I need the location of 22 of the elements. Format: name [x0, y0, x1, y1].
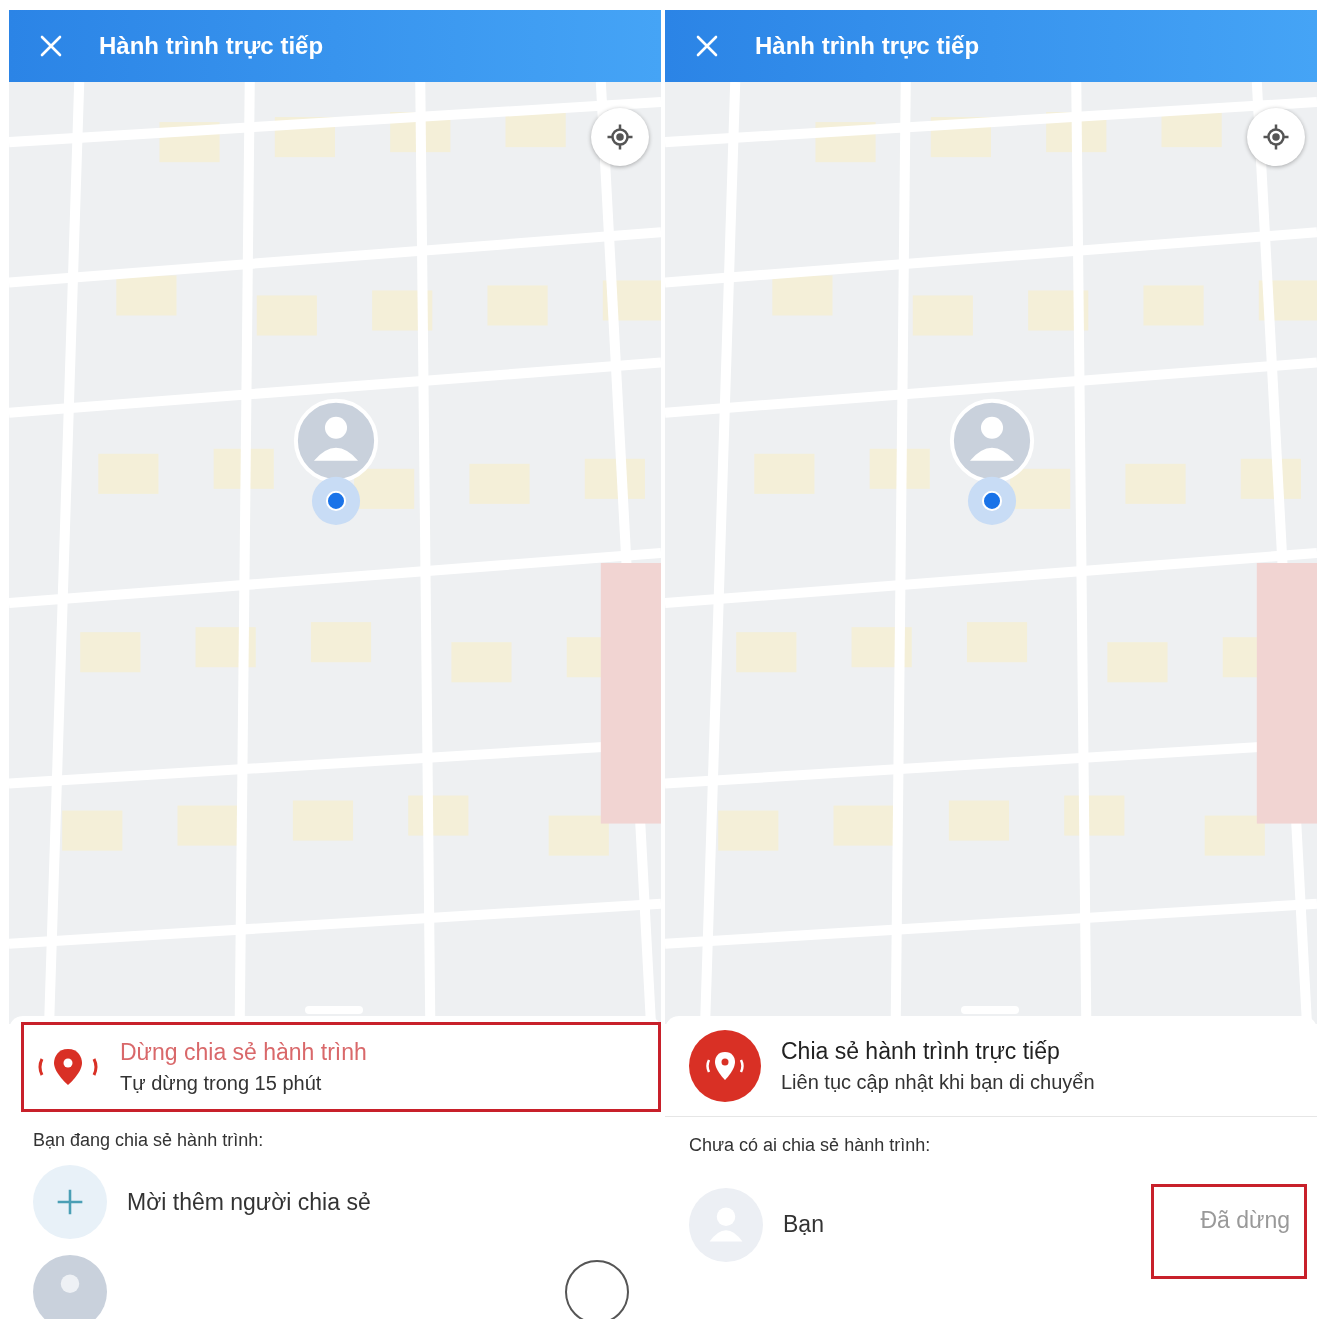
location-target-icon	[1261, 122, 1291, 152]
plus-icon	[33, 1165, 107, 1239]
location-target-icon	[605, 122, 635, 152]
invite-row[interactable]: Mời thêm người chia sẻ	[9, 1157, 661, 1247]
close-icon[interactable]	[39, 34, 63, 58]
share-subtitle: Liên tục cập nhật khi bạn di chuyển	[781, 1071, 1095, 1094]
share-title: Dừng chia sẻ hành trình	[120, 1039, 367, 1066]
share-subtitle: Tự dừng trong 15 phút	[120, 1072, 323, 1095]
timer-ring	[565, 1260, 629, 1319]
invite-label: Mời thêm người chia sẻ	[127, 1188, 371, 1216]
person-name: Bạn	[783, 1211, 824, 1238]
header-title: Hành trình trực tiếp	[755, 32, 980, 60]
section-label: Bạn đang chia sẻ hành trình:	[32, 1129, 265, 1152]
share-title: Chia sẻ hành trình trực tiếp	[781, 1038, 1061, 1065]
avatar-icon	[33, 1255, 107, 1319]
share-toggle-row[interactable]: Chia sẻ hành trình trực tiếp Liên tục cập nhật khi bạn di chuyển	[665, 1016, 1317, 1117]
share-toggle-row[interactable]: Dừng chia sẻ hành trình Tự dừng trong 15 phút	[21, 1022, 661, 1112]
close-icon[interactable]	[695, 34, 719, 58]
header-title: Hành trình trực tiếp	[99, 32, 324, 60]
person-row[interactable]: Bạn Đã dừng	[665, 1162, 1317, 1287]
sharing-status: Đã dừng	[1151, 1184, 1307, 1279]
section-label: Chưa có ai chia sẻ hành trình:	[688, 1134, 932, 1157]
